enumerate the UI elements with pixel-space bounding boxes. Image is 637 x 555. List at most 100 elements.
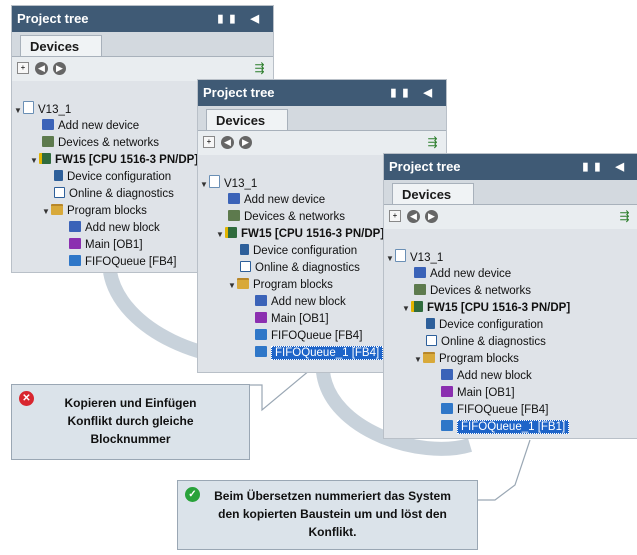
plc-icon [411,301,423,312]
ob-icon [255,312,267,323]
back-icon[interactable]: ◀ [407,210,420,223]
tree-item-root[interactable]: ▼ V13_1 [386,249,443,266]
network-icon [42,136,54,147]
network-icon [228,210,240,221]
online-diagnostics-icon [240,261,251,272]
tree-item-add-block[interactable]: Add new block [255,294,346,311]
tab-strip: Devices [12,32,273,56]
tree-item-fifo[interactable]: FIFOQueue [FB4] [69,254,176,271]
overview-icon[interactable]: ⇶ [618,210,631,223]
overview-icon[interactable]: ⇶ [426,136,439,149]
tree-item-devices-networks[interactable]: Devices & networks [42,135,159,152]
tree-item-fifo[interactable]: FIFOQueue [FB4] [441,402,548,419]
tree-item-plc[interactable]: ▼ FW15 [CPU 1516-3 PN/DP] [216,226,384,243]
online-diagnostics-icon [54,187,65,198]
folder-icon [423,352,435,363]
forward-icon[interactable]: ▶ [239,136,252,149]
error-icon: ✕ [19,391,34,406]
panel-titlebar: Project tree ▮▮ ◀ [12,6,273,32]
tree-item-online-diag[interactable]: Online & diagnostics [426,334,546,351]
back-icon[interactable]: ◀ [221,136,234,149]
tree-item-fifo-copy[interactable]: FIFOQueue_1 [FB4] [255,345,384,362]
add-block-icon [441,369,453,380]
tree-toolbar: + ◀ ▶ ⇶ [12,56,273,81]
new-icon[interactable]: + [17,62,29,74]
ob-icon [441,386,453,397]
fb-icon [69,255,81,266]
overview-icon[interactable]: ⇶ [253,62,266,75]
project-tree-panel-3: Project tree ▮▮ ◀ Devices + ◀ ▶ ⇶ ▼ V13_1… [383,153,637,439]
tree-item-add-device[interactable]: Add new device [228,192,325,209]
tree-item-program-blocks[interactable]: ▼ Program blocks [42,203,147,220]
add-device-icon [414,267,426,278]
tree-item-online-diag[interactable]: Online & diagnostics [54,186,174,203]
tree-item-plc[interactable]: ▼ FW15 [CPU 1516-3 PN/DP] [402,300,570,317]
tree-item-root[interactable]: ▼ V13_1 [200,175,257,192]
fb-icon [441,420,453,431]
success-callout: ✓ Beim Übersetzen nummeriert das System … [177,480,478,550]
tree-item-fifo[interactable]: FIFOQueue [FB4] [255,328,362,345]
panel-controls[interactable]: ▮▮ ◀ [390,80,438,106]
tree-item-device-config[interactable]: Device configuration [240,243,357,260]
plc-icon [225,227,237,238]
forward-icon[interactable]: ▶ [53,62,66,75]
add-block-icon [69,221,81,232]
tree-item-devices-networks[interactable]: Devices & networks [228,209,345,226]
tree-item-add-device[interactable]: Add new device [42,118,139,135]
online-diagnostics-icon [426,335,437,346]
tree-area: ▼ V13_1 Add new device Devices & networks… [384,229,637,438]
tree-item-plc[interactable]: ▼ FW15 [CPU 1516-3 PN/DP] [30,152,198,169]
device-config-icon [426,318,435,329]
tree-item-add-block[interactable]: Add new block [69,220,160,237]
tree-item-main[interactable]: Main [OB1] [441,385,515,402]
tree-item-online-diag[interactable]: Online & diagnostics [240,260,360,277]
success-message: Beim Übersetzen nummeriert das System de… [214,489,451,539]
new-icon[interactable]: + [203,136,215,148]
device-config-icon [240,244,249,255]
add-block-icon [255,295,267,306]
tree-item-main[interactable]: Main [OB1] [255,311,329,328]
project-icon [23,101,34,114]
device-config-icon [54,170,63,181]
project-icon [395,249,406,262]
folder-icon [237,278,249,289]
ob-icon [69,238,81,249]
tab-devices[interactable]: Devices [392,183,474,204]
tree-item-add-device[interactable]: Add new device [414,266,511,283]
tree-item-main[interactable]: Main [OB1] [69,237,143,254]
fb-icon [441,403,453,414]
tree-item-root[interactable]: ▼ V13_1 [14,101,71,118]
tree-item-device-config[interactable]: Device configuration [54,169,171,186]
tree-item-add-block[interactable]: Add new block [441,368,532,385]
new-icon[interactable]: + [389,210,401,222]
tree-item-device-config[interactable]: Device configuration [426,317,543,334]
tree-item-devices-networks[interactable]: Devices & networks [414,283,531,300]
panel-title: Project tree [203,85,275,100]
fb-icon [255,346,267,357]
tree-toolbar: + ◀ ▶ ⇶ [198,130,446,155]
project-icon [209,175,220,188]
back-icon[interactable]: ◀ [35,62,48,75]
forward-icon[interactable]: ▶ [425,210,438,223]
panel-titlebar: Project tree ▮▮ ◀ [198,80,446,106]
panel-title: Project tree [389,159,461,174]
tab-strip: Devices [198,106,446,130]
panel-titlebar: Project tree ▮▮ ◀ [384,154,637,180]
tree-item-fifo-copy[interactable]: FIFOQueue_1 [FB1] [441,419,570,436]
tab-devices[interactable]: Devices [20,35,102,56]
panel-controls[interactable]: ▮▮ ◀ [582,154,630,180]
panel-controls[interactable]: ▮▮ ◀ [217,6,265,32]
tree-item-program-blocks[interactable]: ▼ Program blocks [228,277,333,294]
error-callout: ✕ Kopieren und Einfügen Konflikt durch g… [11,384,250,460]
check-icon: ✓ [185,487,200,502]
tree-toolbar: + ◀ ▶ ⇶ [384,204,637,229]
tree-item-program-blocks[interactable]: ▼ Program blocks [414,351,519,368]
tab-devices[interactable]: Devices [206,109,288,130]
add-device-icon [228,193,240,204]
plc-icon [39,153,51,164]
error-message: Kopieren und Einfügen Konflikt durch gle… [64,396,197,446]
add-device-icon [42,119,54,130]
fb-icon [255,329,267,340]
network-icon [414,284,426,295]
panel-title: Project tree [17,11,89,26]
